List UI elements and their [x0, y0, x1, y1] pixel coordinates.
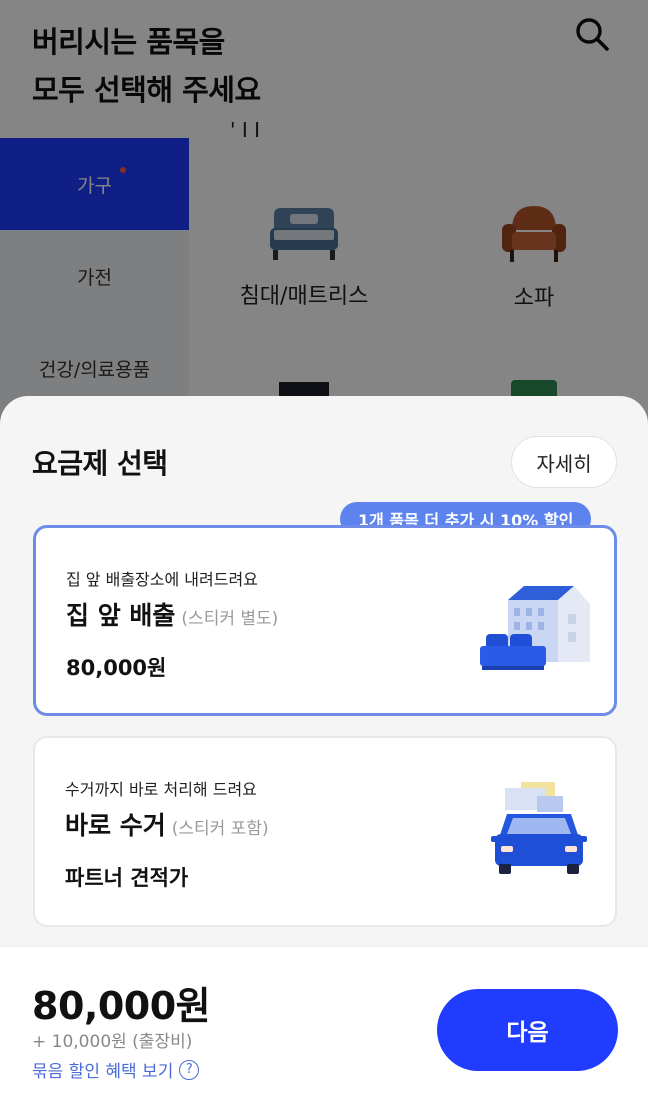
total-price: 80,000원 — [32, 984, 211, 1028]
plan-name: 집 앞 배출 (스티커 별도) — [66, 596, 278, 632]
plan-name-text: 집 앞 배출 — [66, 601, 176, 630]
plan-price: 80,000원 — [66, 656, 167, 680]
bundle-discount-label: 묶음 할인 혜택 보기 — [32, 1062, 174, 1082]
trip-fee: + 10,000원 (출장비) — [32, 1032, 193, 1052]
next-button[interactable]: 다음 — [437, 989, 618, 1071]
bottom-action-bar: 80,000원 + 10,000원 (출장비) 묶음 할인 혜택 보기 ? 다음 — [0, 946, 648, 1102]
plan-name-text: 바로 수거 — [65, 811, 166, 840]
plan-card-pickup[interactable]: 수거까지 바로 처리해 드려요 바로 수거 (스티커 포함) 파트너 견적가 — [33, 736, 617, 927]
plan-subtitle: 집 앞 배출장소에 내려드려요 — [66, 570, 258, 589]
plan-card-doorstep[interactable]: 집 앞 배출장소에 내려드려요 집 앞 배출 (스티커 별도) 80,000원 — [33, 525, 617, 716]
details-button[interactable]: 자세히 — [511, 436, 617, 488]
plan-note: (스티커 별도) — [181, 609, 279, 629]
bundle-discount-link[interactable]: 묶음 할인 혜택 보기 ? — [32, 1057, 200, 1082]
house-sofa-icon — [480, 586, 590, 670]
plan-price: 파트너 견적가 — [65, 866, 189, 890]
plan-note: (스티커 포함) — [171, 819, 269, 839]
plan-subtitle: 수거까지 바로 처리해 드려요 — [65, 780, 257, 799]
truck-icon — [491, 782, 587, 874]
sheet-title: 요금제 선택 — [32, 447, 168, 480]
question-circle-icon: ? — [179, 1059, 200, 1080]
plan-name: 바로 수거 (스티커 포함) — [65, 806, 269, 842]
